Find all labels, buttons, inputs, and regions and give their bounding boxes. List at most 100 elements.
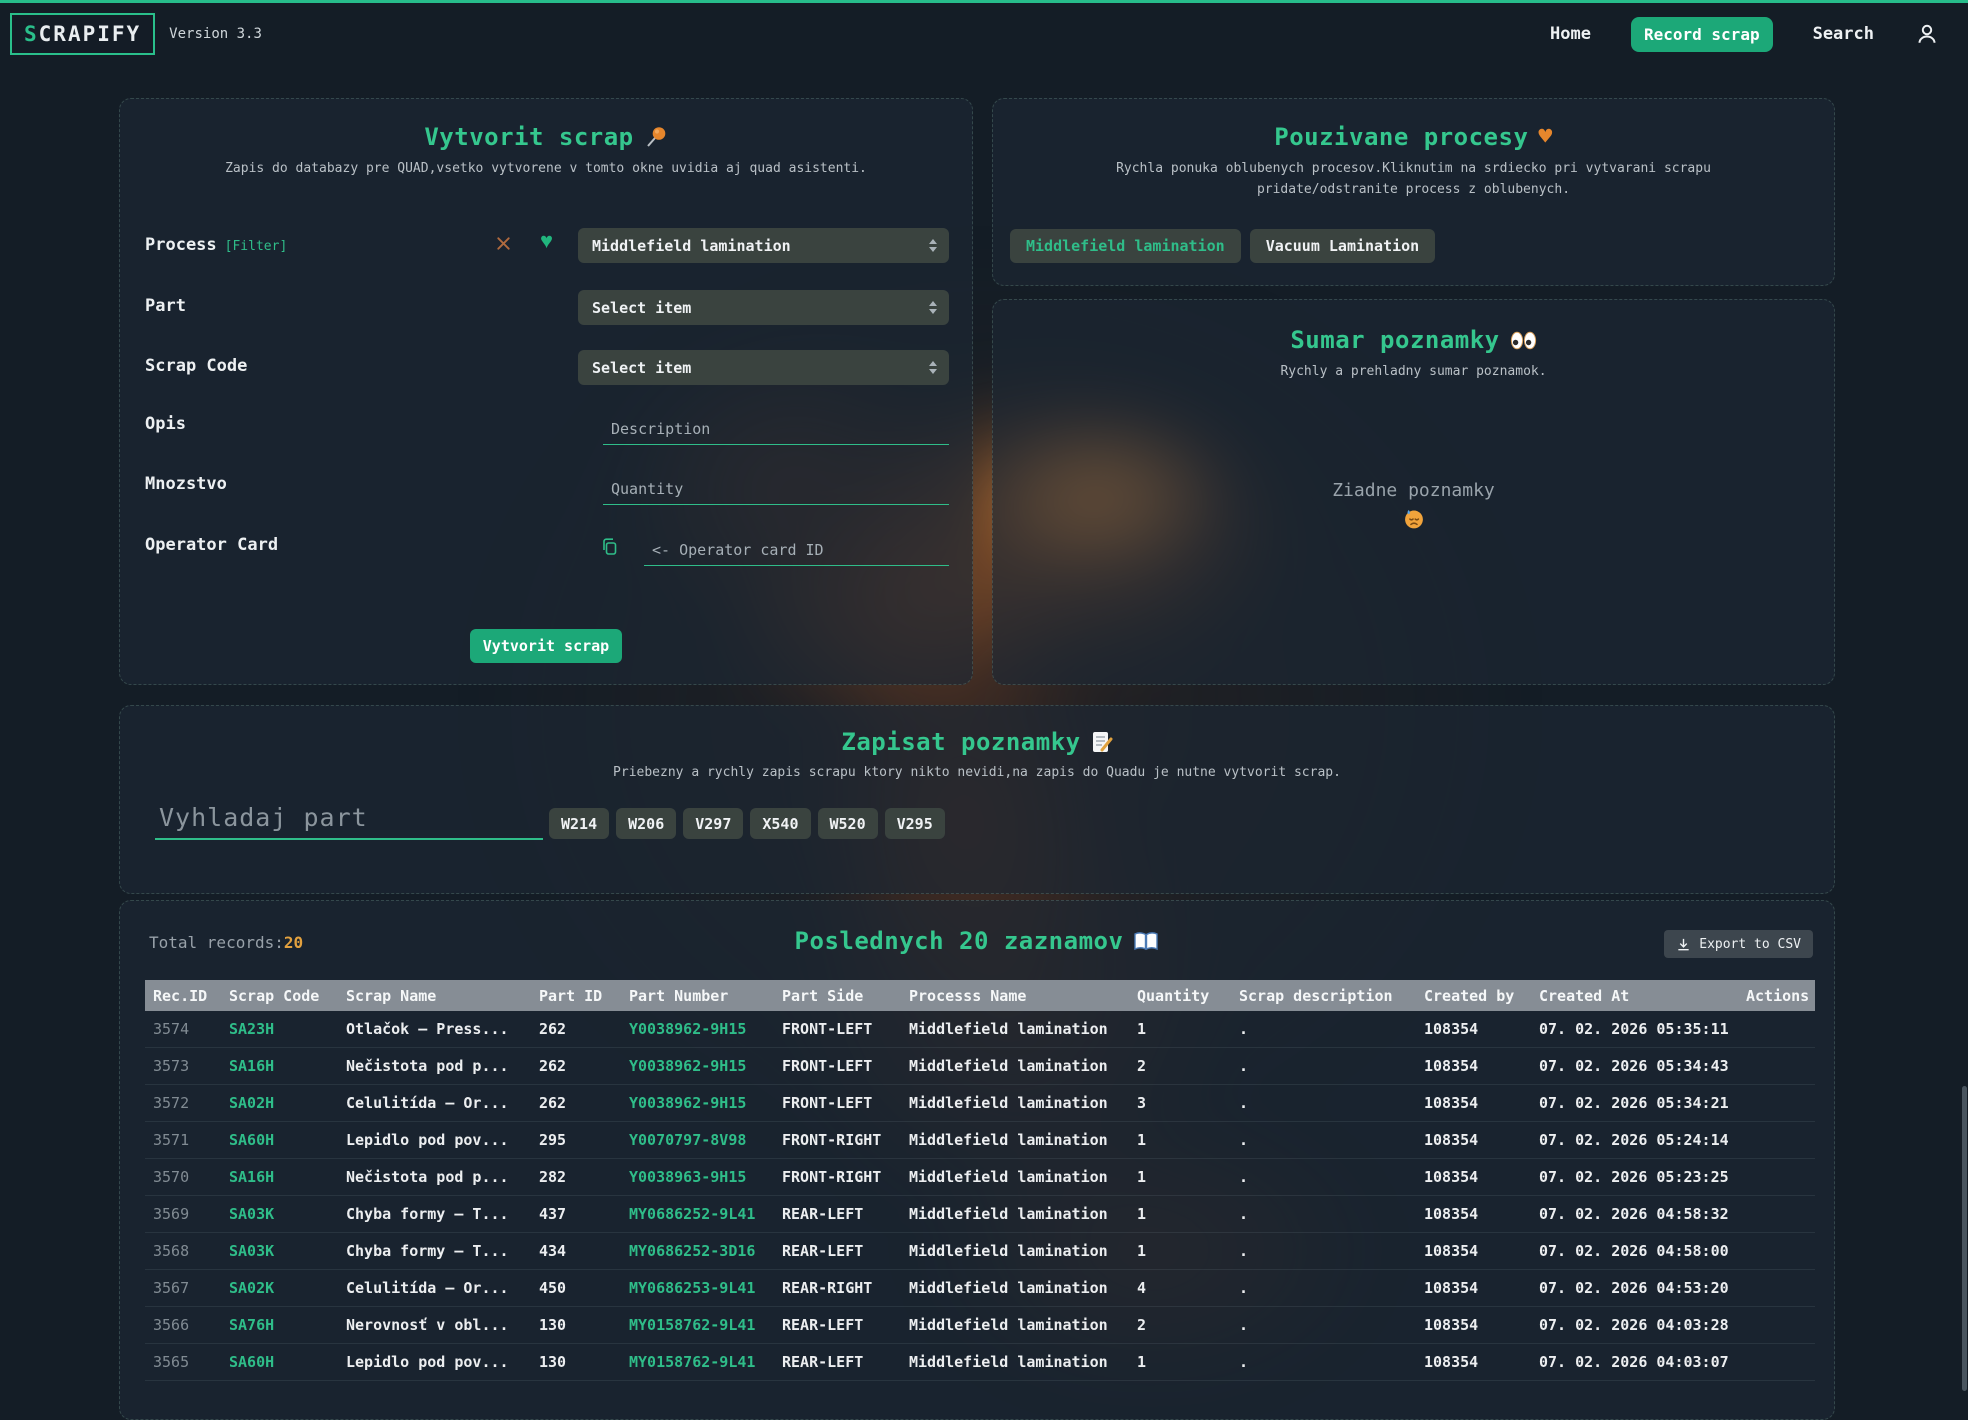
part-select-value: Select item	[592, 299, 929, 317]
mnozstvo-label: Mnozstvo	[145, 474, 227, 494]
cell-created-by: 108354	[1416, 1316, 1531, 1334]
cell-rec-id: 3565	[145, 1353, 221, 1371]
cell-scrap-description: .	[1231, 1094, 1416, 1112]
nav-record-scrap[interactable]: Record scrap	[1631, 17, 1773, 52]
clear-x-icon[interactable]	[495, 235, 512, 252]
cell-part-side: FRONT-LEFT	[774, 1020, 901, 1038]
cell-part-side: REAR-LEFT	[774, 1316, 901, 1334]
cell-part-number[interactable]: MY0686252-9L41	[621, 1205, 774, 1223]
cell-scrap-name: Lepidlo pod pov...	[338, 1131, 531, 1149]
favorite-process-button[interactable]: Middlefield lamination	[1010, 229, 1241, 263]
cell-quantity: 1	[1129, 1242, 1231, 1260]
cell-quantity: 1	[1129, 1205, 1231, 1223]
cell-part-number[interactable]: MY0686253-9L41	[621, 1279, 774, 1297]
copy-icon[interactable]	[600, 537, 619, 556]
cell-created-by: 108354	[1416, 1168, 1531, 1186]
cell-part-side: REAR-LEFT	[774, 1242, 901, 1260]
process-label-text: Process	[145, 235, 217, 255]
export-csv-button[interactable]: Export to CSV	[1664, 930, 1813, 958]
operator-card-input[interactable]	[644, 534, 949, 566]
sweat-face-icon	[993, 507, 1834, 530]
quantity-input[interactable]	[603, 473, 949, 505]
memo-icon	[1091, 730, 1113, 754]
cell-quantity: 3	[1129, 1094, 1231, 1112]
column-header-part-id: Part ID	[531, 987, 621, 1005]
cell-process-name: Middlefield lamination	[901, 1242, 1129, 1260]
user-icon[interactable]	[1914, 21, 1940, 47]
cell-process-name: Middlefield lamination	[901, 1094, 1129, 1112]
table-row: 3574SA23HOtlačok – Press...262Y0038962-9…	[145, 1011, 1815, 1048]
logo-first-letter: S	[24, 22, 39, 46]
part-chip-button[interactable]: X540	[750, 808, 810, 839]
cell-created-at: 07. 02. 2026 05:24:14	[1531, 1131, 1738, 1149]
process-select[interactable]: Middlefield lamination	[578, 228, 949, 263]
cell-part-number[interactable]: MY0158762-9L41	[621, 1353, 774, 1371]
part-chip-button[interactable]: W206	[616, 808, 676, 839]
part-search-input[interactable]	[155, 796, 543, 840]
table-row: 3573SA16HNečistota pod p...262Y0038962-9…	[145, 1048, 1815, 1085]
cell-process-name: Middlefield lamination	[901, 1131, 1129, 1149]
favorite-processes-panel: Pouzivane procesy ♥ Rychla ponuka oblube…	[992, 98, 1835, 286]
part-select[interactable]: Select item	[578, 290, 949, 325]
favorite-process-button[interactable]: Vacuum Lamination	[1250, 229, 1436, 263]
orange-heart-icon: ♥	[1538, 126, 1552, 149]
summary-panel-title-text: Sumar poznamky	[1290, 326, 1499, 354]
column-header-scrap-description: Scrap description	[1231, 987, 1416, 1005]
part-chip-button[interactable]: V297	[683, 808, 743, 839]
cell-part-side: FRONT-LEFT	[774, 1094, 901, 1112]
cell-part-number[interactable]: MY0686252-3D16	[621, 1242, 774, 1260]
cell-quantity: 4	[1129, 1279, 1231, 1297]
cell-part-side: REAR-LEFT	[774, 1353, 901, 1371]
cell-created-at: 07. 02. 2026 04:53:20	[1531, 1279, 1738, 1297]
fav-panel-subtitle: Rychla ponuka oblubenych procesov.Kliknu…	[993, 158, 1834, 200]
cell-rec-id: 3566	[145, 1316, 221, 1334]
create-scrap-button[interactable]: Vytvorit scrap	[470, 629, 622, 663]
records-table: Rec.IDScrap CodeScrap NamePart IDPart Nu…	[145, 980, 1815, 1381]
cell-part-number[interactable]: Y0038963-9H15	[621, 1168, 774, 1186]
table-row: 3568SA03KChyba formy – T...434MY0686252-…	[145, 1233, 1815, 1270]
nav-home[interactable]: Home	[1550, 24, 1591, 44]
column-header-quantity: Quantity	[1129, 987, 1231, 1005]
app-logo: SCRAPIFY	[10, 13, 155, 55]
process-filter-tag: [Filter]	[225, 239, 288, 254]
download-icon	[1676, 937, 1691, 952]
scrollbar-thumb[interactable]	[1962, 1086, 1967, 1391]
part-chip-button[interactable]: W520	[818, 808, 878, 839]
description-input[interactable]	[603, 413, 949, 445]
cell-rec-id: 3569	[145, 1205, 221, 1223]
create-panel-title-text: Vytvorit scrap	[424, 123, 633, 151]
cell-process-name: Middlefield lamination	[901, 1205, 1129, 1223]
cell-created-by: 108354	[1416, 1279, 1531, 1297]
cell-scrap-code: SA02H	[221, 1094, 338, 1112]
cell-part-number[interactable]: Y0038962-9H15	[621, 1057, 774, 1075]
part-chip-button[interactable]: W214	[549, 808, 609, 839]
cell-created-at: 07. 02. 2026 05:23:25	[1531, 1168, 1738, 1186]
cell-scrap-code: SA16H	[221, 1168, 338, 1186]
table-row: 3572SA02HCelulitída – Or...262Y0038962-9…	[145, 1085, 1815, 1122]
scrap-code-select[interactable]: Select item	[578, 350, 949, 385]
column-header-scrap-name: Scrap Name	[338, 987, 531, 1005]
cell-scrap-name: Chyba formy – T...	[338, 1205, 531, 1223]
favorite-heart-icon[interactable]: ♥	[540, 230, 553, 252]
part-chip-list: W214W206V297X540 W520V295	[549, 808, 945, 839]
cell-part-number[interactable]: MY0158762-9L41	[621, 1316, 774, 1334]
records-panel-title-text: Poslednych 20 zaznamov	[795, 927, 1124, 955]
top-accent-line	[0, 0, 1968, 3]
pushpin-icon	[644, 125, 668, 149]
cell-part-number[interactable]: Y0070797-8V98	[621, 1131, 774, 1149]
part-chip-button[interactable]: V295	[885, 808, 945, 839]
cell-part-number[interactable]: Y0038962-9H15	[621, 1020, 774, 1038]
nav-search[interactable]: Search	[1813, 24, 1874, 44]
cell-scrap-name: Lepidlo pod pov...	[338, 1353, 531, 1371]
chevron-updown-icon	[929, 239, 937, 252]
cell-scrap-description: .	[1231, 1057, 1416, 1075]
cell-part-id: 295	[531, 1131, 621, 1149]
cell-created-at: 07. 02. 2026 04:58:32	[1531, 1205, 1738, 1223]
cell-scrap-name: Nečistota pod p...	[338, 1057, 531, 1075]
cell-created-by: 108354	[1416, 1242, 1531, 1260]
cell-part-number[interactable]: Y0038962-9H15	[621, 1094, 774, 1112]
table-row: 3566SA76HNerovnosť v obl...130MY0158762-…	[145, 1307, 1815, 1344]
cell-scrap-name: Celulitída – Or...	[338, 1094, 531, 1112]
cell-scrap-code: SA03K	[221, 1205, 338, 1223]
scrap-code-select-value: Select item	[592, 359, 929, 377]
